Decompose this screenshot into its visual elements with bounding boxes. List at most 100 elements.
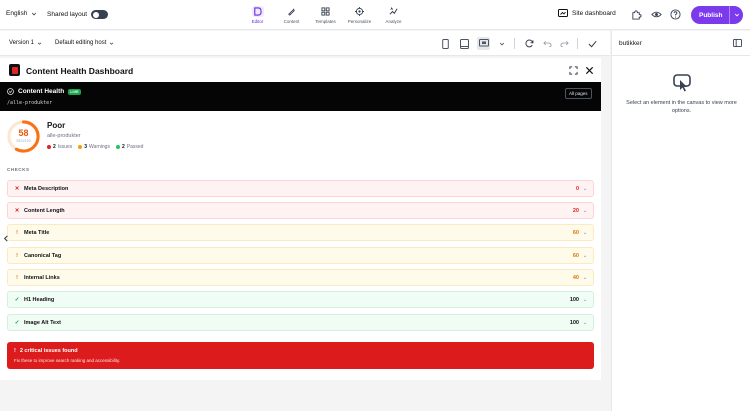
chevron-down-icon: ⌄ <box>583 296 588 303</box>
tab-content[interactable]: Content <box>275 3 308 27</box>
help-icon[interactable] <box>670 9 681 20</box>
check-row[interactable]: ✕ Content Length 20 ⌄ <box>7 202 594 219</box>
editor-icon <box>254 7 262 16</box>
check-icon <box>588 40 597 47</box>
analyze-icon <box>389 7 398 15</box>
check-icon: ✓ <box>14 296 20 303</box>
check-icon: ✓ <box>14 319 20 326</box>
chevron-down-icon <box>37 41 42 45</box>
site-dashboard-link[interactable]: Site dashboard <box>558 9 616 18</box>
seo-score-caption: SEO/100 <box>16 139 31 143</box>
score-grade: Poor <box>47 121 66 130</box>
live-badge: LIVE <box>68 88 81 95</box>
redo-icon <box>560 40 569 47</box>
check-row[interactable]: ! Canonical Tag 60 ⌄ <box>7 247 594 264</box>
tab-editor[interactable]: Editor <box>241 3 274 27</box>
check-circle-icon <box>7 88 14 95</box>
check-row[interactable]: ✓ Image Alt Text 100 ⌄ <box>7 314 594 331</box>
publish-label: Publish <box>699 11 723 19</box>
puzzle-icon[interactable] <box>631 9 642 20</box>
seo-score-gauge: 58 SEO/100 <box>6 119 41 154</box>
refresh-button[interactable] <box>523 37 536 50</box>
check-name: Meta Description <box>24 185 69 192</box>
alert-description: Fix these to improve search ranking and … <box>14 358 121 363</box>
properties-panel: butikker Select an element in the canvas… <box>611 31 750 411</box>
warning-icon: ! <box>16 274 18 281</box>
publish-button[interactable]: Publish <box>691 6 743 24</box>
eye-icon[interactable] <box>651 9 662 20</box>
shared-layout-toggle[interactable]: Shared layout <box>47 10 109 19</box>
device-mobile-button[interactable] <box>439 37 452 50</box>
empty-selection-message: Select an element in the canvas to view … <box>612 73 750 115</box>
language-select[interactable]: English <box>6 10 37 17</box>
tab-label: Content <box>283 19 300 24</box>
check-row[interactable]: ✕ Meta Description 0 ⌄ <box>7 180 594 197</box>
chevron-down-icon <box>32 12 37 15</box>
properties-panel-header: butikker <box>612 31 750 56</box>
chevron-down-icon: ⌄ <box>583 252 588 259</box>
panel-toggle-icon[interactable] <box>733 39 742 47</box>
check-row[interactable]: ✓ H1 Heading 100 ⌄ <box>7 291 594 308</box>
dashboard-icon <box>558 9 568 17</box>
target-icon <box>355 7 364 16</box>
redo-button[interactable] <box>558 37 571 50</box>
chevron-down-icon <box>110 41 114 45</box>
chevron-down-icon: ⌄ <box>583 185 588 192</box>
device-tablet-button[interactable] <box>458 37 471 50</box>
templates-icon <box>321 7 330 16</box>
main-nav: Editor Content Templates Personalize Ana… <box>241 3 411 27</box>
desktop-icon <box>478 39 489 47</box>
dialog-header: Content Health Dashboard <box>0 58 601 82</box>
status-counts: 2 Issues 3 Warnings 2 Passed <box>47 144 143 150</box>
chevron-left-icon[interactable] <box>3 235 9 242</box>
content-health-header: Content Health LIVE /alle-produkter All … <box>0 82 601 111</box>
check-name: Content Length <box>24 207 65 214</box>
pen-icon <box>288 8 295 16</box>
shared-layout-label: Shared layout <box>47 11 88 18</box>
checks-heading: CHECKS <box>7 167 30 172</box>
tab-label: Editor <box>251 19 264 24</box>
empty-message-text: Select an element in the canvas to view … <box>626 100 737 114</box>
tab-analyze[interactable]: Analyze <box>377 3 410 27</box>
device-desktop-button[interactable] <box>477 37 490 50</box>
issues-count: 2 Issues <box>47 144 72 150</box>
language-label: English <box>6 10 28 17</box>
health-dashboard-dialog: Content Health Dashboard Content Health … <box>0 58 601 380</box>
warning-icon: ! <box>16 229 18 236</box>
check-row[interactable]: ! Meta Title 60 ⌄ <box>7 224 594 241</box>
expand-icon[interactable] <box>569 66 578 75</box>
alert-title: ! 2 critical issues found <box>14 348 78 354</box>
check-score: 60 <box>572 229 579 236</box>
device-more-button[interactable] <box>495 37 508 50</box>
check-score: 60 <box>572 252 579 259</box>
close-icon[interactable] <box>585 66 594 75</box>
all-pages-button[interactable]: All pages <box>565 88 592 99</box>
passed-count: 2 Passed <box>115 144 143 150</box>
undo-button[interactable] <box>541 37 554 50</box>
editor-toolbar: Version 1 Default editing host <box>0 31 610 56</box>
editing-host-label: Default editing host <box>55 40 107 46</box>
cursor-select-icon <box>672 74 691 92</box>
page-name: alle-produkter <box>47 133 81 139</box>
panel-title: butikker <box>619 39 642 47</box>
undo-icon <box>543 40 552 47</box>
editing-host-select[interactable]: Default editing host <box>55 40 114 46</box>
version-select[interactable]: Version 1 <box>9 40 42 46</box>
tab-personalize[interactable]: Personalize <box>343 3 376 27</box>
check-name: Image Alt Text <box>24 319 61 326</box>
version-label: Version 1 <box>9 40 35 46</box>
tab-templates[interactable]: Templates <box>309 3 342 27</box>
top-bar: English Shared layout Editor Content Tem… <box>0 0 750 30</box>
publish-options-button[interactable] <box>730 12 743 18</box>
check-row[interactable]: ! Internal Links 40 ⌄ <box>7 269 594 286</box>
toggle-switch[interactable] <box>91 10 109 19</box>
check-name: Internal Links <box>24 274 60 281</box>
confirm-button[interactable] <box>586 37 599 50</box>
tab-label: Analyze <box>385 19 402 24</box>
error-icon: ✕ <box>14 207 20 214</box>
app-logo-icon <box>9 64 20 76</box>
check-name: Canonical Tag <box>24 252 62 259</box>
alert-icon: ! <box>14 348 16 354</box>
chevron-down-icon: ⌄ <box>583 229 588 236</box>
warnings-count: 3 Warnings <box>78 144 110 150</box>
